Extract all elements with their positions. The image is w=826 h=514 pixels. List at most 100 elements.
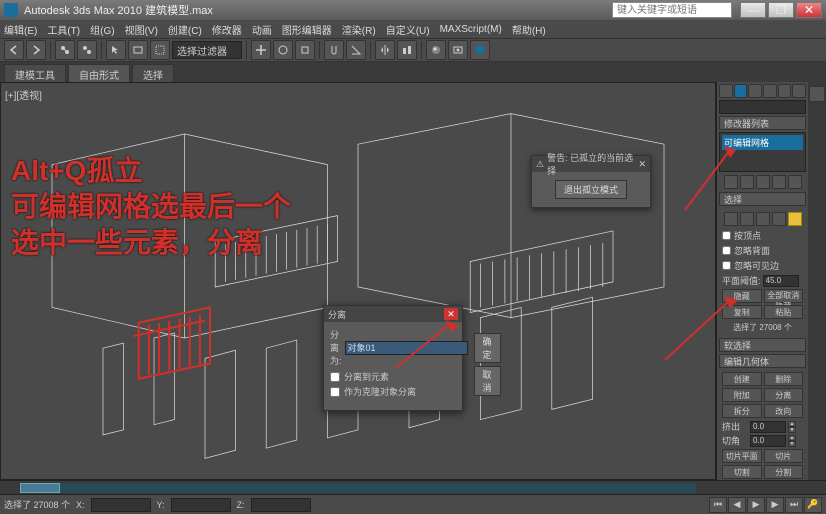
delete-button[interactable]: 删除	[764, 372, 804, 386]
close-icon[interactable]: ✕	[638, 159, 646, 170]
menu-tools[interactable]: 工具(T)	[47, 22, 80, 37]
selection-rollout[interactable]: 选择	[719, 192, 806, 206]
detach-name-input[interactable]	[345, 341, 468, 355]
modifier-list-dropdown[interactable]: 修改器列表	[719, 116, 806, 130]
paste-ns-button[interactable]: 粘贴	[764, 305, 804, 319]
hierarchy-panel-icon[interactable]	[748, 84, 762, 98]
ignore-visible-edges-checkbox[interactable]	[722, 261, 731, 270]
angle-snap-button[interactable]	[346, 40, 366, 60]
ignore-backfacing-checkbox[interactable]	[722, 246, 731, 255]
time-slider-thumb[interactable]	[20, 483, 60, 493]
viewport-label[interactable]: [+][透视]	[5, 87, 42, 102]
panel-dock-icon[interactable]	[809, 86, 825, 102]
motion-panel-icon[interactable]	[763, 84, 777, 98]
create-button[interactable]: 创建	[722, 372, 762, 386]
modifier-stack[interactable]: 可编辑网格	[719, 132, 806, 172]
hide-button[interactable]: 隐藏	[722, 289, 762, 303]
extrude-input[interactable]	[750, 421, 786, 433]
menu-group[interactable]: 组(G)	[90, 22, 114, 37]
planar-threshold-input[interactable]	[763, 275, 799, 287]
help-search-input[interactable]	[612, 2, 732, 18]
pin-stack-icon[interactable]	[724, 175, 738, 189]
chamfer-input[interactable]	[750, 435, 786, 447]
detach-dialog[interactable]: 分离 ✕ 分离为: 分离到元素 作为克隆对象分离 确定 取消	[323, 305, 463, 411]
rotate-button[interactable]	[273, 40, 293, 60]
face-subobj-button[interactable]	[756, 212, 770, 226]
minimize-button[interactable]: —	[740, 2, 766, 18]
snap-toggle-button[interactable]	[324, 40, 344, 60]
menu-graph-editors[interactable]: 图形编辑器	[282, 22, 332, 37]
link-button[interactable]	[55, 40, 75, 60]
tab-freeform[interactable]: 自由形式	[68, 64, 130, 82]
detach-to-element-checkbox[interactable]	[330, 372, 340, 382]
goto-start-button[interactable]: ⏮	[709, 497, 727, 513]
viewport-perspective[interactable]: [+][透视]	[0, 82, 716, 480]
ok-button[interactable]: 确定	[474, 333, 501, 363]
menu-maxscript[interactable]: MAXScript(M)	[440, 24, 502, 35]
unhide-all-button[interactable]: 全部取消隐藏	[764, 289, 804, 303]
soft-selection-rollout[interactable]: 软选择	[719, 338, 806, 352]
copy-ns-button[interactable]: 复制	[722, 305, 762, 319]
menu-create[interactable]: 创建(C)	[168, 22, 202, 37]
create-panel-icon[interactable]	[719, 84, 733, 98]
render-setup-button[interactable]	[448, 40, 468, 60]
menu-rendering[interactable]: 渲染(R)	[342, 22, 376, 37]
goto-end-button[interactable]: ⏭	[785, 497, 803, 513]
polygon-subobj-button[interactable]	[772, 212, 786, 226]
utilities-panel-icon[interactable]	[792, 84, 806, 98]
menu-views[interactable]: 视图(V)	[125, 22, 158, 37]
material-editor-button[interactable]	[426, 40, 446, 60]
select-region-button[interactable]	[150, 40, 170, 60]
remove-modifier-icon[interactable]	[772, 175, 786, 189]
menu-modifiers[interactable]: 修改器	[212, 22, 242, 37]
render-button[interactable]	[470, 40, 490, 60]
detach-as-clone-checkbox[interactable]	[330, 387, 340, 397]
move-button[interactable]	[251, 40, 271, 60]
make-unique-icon[interactable]	[756, 175, 770, 189]
show-end-result-icon[interactable]	[740, 175, 754, 189]
menu-customize[interactable]: 自定义(U)	[386, 22, 430, 37]
menu-animation[interactable]: 动画	[252, 22, 272, 37]
split-button[interactable]: 分割	[764, 465, 804, 479]
edit-geometry-rollout[interactable]: 编辑几何体	[719, 354, 806, 368]
by-vertex-checkbox[interactable]	[722, 231, 731, 240]
close-icon[interactable]: ✕	[444, 308, 458, 320]
turn-button[interactable]: 改向	[764, 404, 804, 418]
detach-button[interactable]: 分离	[764, 388, 804, 402]
attach-button[interactable]: 附加	[722, 388, 762, 402]
menu-edit[interactable]: 编辑(E)	[4, 22, 37, 37]
break-button[interactable]: 拆分	[722, 404, 762, 418]
close-button[interactable]: ✕	[796, 2, 822, 18]
spinner-down-icon[interactable]: ▼	[788, 427, 796, 433]
menu-help[interactable]: 帮助(H)	[512, 22, 546, 37]
modifier-stack-item[interactable]: 可编辑网格	[722, 135, 803, 150]
tab-modeling[interactable]: 建模工具	[4, 64, 66, 82]
modify-panel-icon[interactable]	[734, 84, 748, 98]
element-subobj-button[interactable]	[788, 212, 802, 226]
exit-isolate-button[interactable]: 退出孤立模式	[555, 180, 627, 199]
edge-subobj-button[interactable]	[740, 212, 754, 226]
time-slider[interactable]	[0, 480, 826, 494]
undo-button[interactable]	[4, 40, 24, 60]
display-panel-icon[interactable]	[778, 84, 792, 98]
align-button[interactable]	[397, 40, 417, 60]
slice-button[interactable]: 切片	[764, 449, 804, 463]
select-by-name-button[interactable]	[128, 40, 148, 60]
key-mode-button[interactable]: 🔑	[804, 497, 822, 513]
redo-button[interactable]	[26, 40, 46, 60]
slice-plane-button[interactable]: 切片平面	[722, 449, 762, 463]
object-name-input[interactable]	[719, 100, 806, 114]
tab-selection[interactable]: 选择	[132, 64, 174, 82]
mirror-button[interactable]	[375, 40, 395, 60]
spinner-down-icon[interactable]: ▼	[788, 441, 796, 447]
configure-sets-icon[interactable]	[788, 175, 802, 189]
select-button[interactable]	[106, 40, 126, 60]
isolate-warning-dialog[interactable]: ⚠ 警告: 已孤立的当前选择 ✕ 退出孤立模式	[531, 155, 651, 208]
cut-button[interactable]: 切割	[722, 465, 762, 479]
scale-button[interactable]	[295, 40, 315, 60]
unlink-button[interactable]	[77, 40, 97, 60]
vertex-subobj-button[interactable]	[724, 212, 738, 226]
maximize-button[interactable]: ❐	[768, 2, 794, 18]
selection-filter-dropdown[interactable]	[172, 41, 242, 59]
cancel-button[interactable]: 取消	[474, 366, 501, 396]
